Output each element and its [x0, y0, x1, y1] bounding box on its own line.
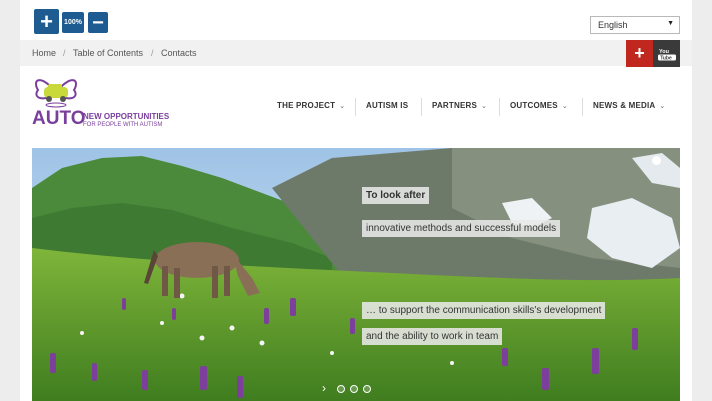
- slide-caption-title: To look after: [362, 187, 430, 204]
- youtube-button[interactable]: You Tube: [653, 40, 680, 67]
- chevron-down-icon: ▼: [667, 20, 674, 27]
- slide-caption-subtitle: innovative methods and successful models: [362, 220, 561, 237]
- nav-item-the-project[interactable]: THE PROJECT ⌄: [277, 101, 345, 110]
- nav-divider: [421, 98, 422, 116]
- nav-item-label: AUTISM IS: [366, 101, 409, 110]
- breadcrumb-separator: /: [151, 48, 154, 58]
- nav-divider: [355, 98, 356, 116]
- slider-dot-2[interactable]: [350, 385, 358, 393]
- logo-wordmark: AUTO: [32, 108, 86, 129]
- nav-item-label: PARTNERS: [432, 101, 478, 110]
- nav-item-news-media[interactable]: NEWS & MEDIA ⌄: [593, 101, 665, 110]
- slider-pause-icon[interactable]: [652, 156, 661, 165]
- nav-item-partners[interactable]: PARTNERS ⌄: [432, 101, 487, 110]
- logo-tagline-primary: NEW OPPORTUNITIES: [83, 112, 170, 121]
- breadcrumb-table-of-contents[interactable]: Table of Contents: [73, 48, 143, 58]
- nav-divider: [582, 98, 583, 116]
- language-select-value: English: [598, 20, 628, 30]
- breadcrumb-contacts: Contacts: [161, 48, 197, 58]
- hero-slider[interactable]: To look after innovative methods and suc…: [32, 148, 680, 401]
- chevron-down-icon: ⌄: [561, 103, 568, 110]
- chevron-down-icon: ⌄: [339, 103, 346, 110]
- slider-dot-3[interactable]: [363, 385, 371, 393]
- accessibility-bar: + 100% − English ▼: [20, 0, 692, 40]
- slide-caption-line-1: … to support the communication skills's …: [362, 302, 606, 319]
- svg-text:You: You: [659, 49, 669, 55]
- zoom-in-button[interactable]: +: [34, 9, 59, 34]
- nav-item-outcomes[interactable]: OUTCOMES ⌄: [510, 101, 568, 110]
- breadcrumb-home[interactable]: Home: [32, 48, 56, 58]
- butterfly-car-logo-icon: [35, 79, 77, 108]
- nav-item-label: OUTCOMES: [510, 101, 558, 110]
- slider-dot-1[interactable]: [337, 385, 345, 393]
- breadcrumb-separator: /: [63, 48, 66, 58]
- page: + 100% − English ▼ Home / Table of Conte…: [20, 0, 692, 401]
- language-select[interactable]: English ▼: [590, 16, 680, 34]
- site-logo[interactable]: AUTO NEW OPPORTUNITIES FOR PEOPLE WITH A…: [30, 72, 200, 134]
- breadcrumb: Home / Table of Contents / Contacts: [20, 40, 692, 66]
- chevron-down-icon: ⌄: [481, 103, 488, 110]
- nav-item-autism-is[interactable]: AUTISM IS: [366, 101, 408, 110]
- zoom-out-button[interactable]: −: [88, 12, 108, 33]
- nav-item-label: NEWS & MEDIA: [593, 101, 656, 110]
- nav-item-label: THE PROJECT: [277, 101, 336, 110]
- google-plus-button[interactable]: +: [626, 40, 653, 67]
- google-plus-icon: +: [634, 43, 645, 63]
- slider-next-arrow-icon[interactable]: ›: [322, 381, 326, 395]
- chevron-down-icon: ⌄: [659, 103, 666, 110]
- youtube-icon: You Tube: [657, 49, 676, 61]
- alpine-meadow-photo: [32, 148, 680, 401]
- nav-divider: [499, 98, 500, 116]
- svg-text:Tube: Tube: [660, 55, 672, 60]
- zoom-reset-button[interactable]: 100%: [62, 12, 84, 33]
- slide-caption-line-2: and the ability to work in team: [362, 328, 503, 345]
- logo-tagline-secondary: FOR PEOPLE WITH AUTISM: [83, 122, 163, 128]
